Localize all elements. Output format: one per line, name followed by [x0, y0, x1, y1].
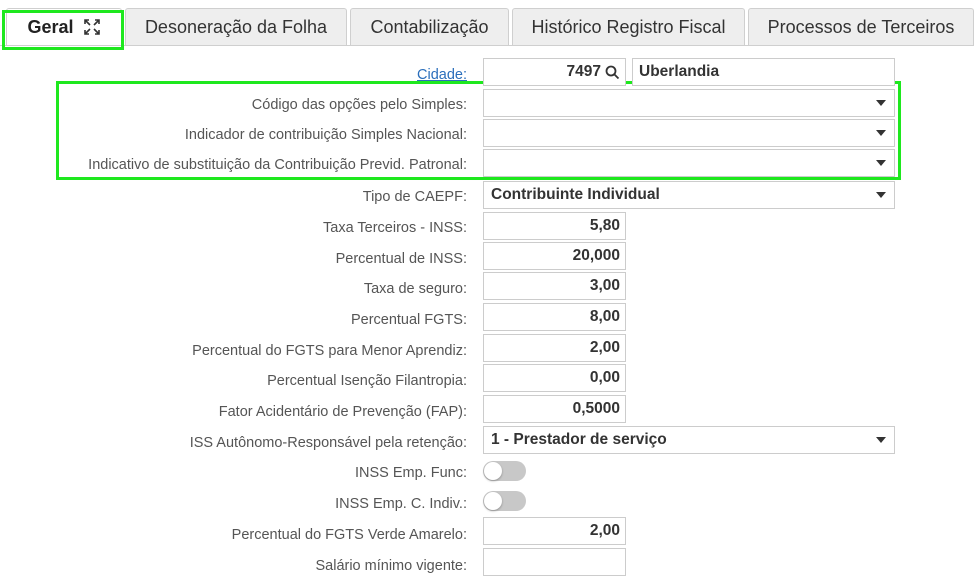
taxa-terceiros-label: Taxa Terceiros - INSS:: [323, 220, 467, 236]
iss-autonomo-value: 1 - Prestador de serviço: [491, 431, 667, 448]
taxa-seguro-input[interactable]: 3,00: [483, 272, 626, 300]
indicativo-substituicao-select[interactable]: [483, 149, 895, 177]
chevron-down-icon: [876, 160, 886, 166]
tab-bar: Geral Desoneração da Folha Contabilizaçã…: [0, 0, 974, 46]
iss-autonomo-label: ISS Autônomo-Responsável pela retenção:: [189, 435, 467, 451]
search-icon[interactable]: [605, 65, 620, 80]
cidade-code-field[interactable]: 7497: [483, 58, 626, 86]
salario-minimo-label: Salário mínimo vigente:: [315, 558, 467, 574]
tab-contabilizacao-label: Contabilização: [370, 16, 489, 37]
percentual-inss-input[interactable]: 20,000: [483, 242, 626, 270]
tab-desoneracao-label: Desoneração da Folha: [144, 16, 328, 37]
cidade-code: 7497: [566, 63, 601, 80]
fap-value: 0,5000: [572, 400, 620, 417]
fgts-verde-amarelo-value: 2,00: [589, 522, 620, 539]
taxa-terceiros-value: 5,80: [589, 217, 620, 234]
taxa-seguro-label: Taxa de seguro:: [363, 281, 467, 297]
chevron-down-icon: [876, 192, 886, 198]
tab-historico-registro-fiscal[interactable]: Histórico Registro Fiscal: [512, 8, 745, 45]
percentual-fgts-label: Percentual FGTS:: [350, 312, 467, 328]
taxa-terceiros-input[interactable]: 5,80: [483, 212, 626, 240]
cidade-label[interactable]: Cidade:: [417, 66, 467, 84]
percentual-inss-label: Percentual de INSS:: [335, 251, 467, 267]
percentual-fgts-input[interactable]: 8,00: [483, 303, 626, 331]
isencao-filantropia-label: Percentual Isenção Filantropia:: [267, 373, 467, 389]
inss-emp-func-toggle[interactable]: [483, 461, 526, 481]
indicador-simples-select[interactable]: [483, 119, 895, 147]
inss-emp-func-label: INSS Emp. Func:: [354, 465, 467, 481]
indicador-simples-label: Indicador de contribuição Simples Nacion…: [184, 127, 467, 143]
fgts-verde-amarelo-input[interactable]: 2,00: [483, 517, 626, 545]
tipo-caepf-label: Tipo de CAEPF:: [362, 189, 467, 205]
tab-geral-label: Geral: [27, 16, 74, 37]
tab-contabilizacao[interactable]: Contabilização: [350, 8, 509, 45]
fgts-menor-aprendiz-value: 2,00: [589, 339, 620, 356]
indicativo-substituicao-label: Indicativo de substituição da Contribuiç…: [88, 157, 467, 173]
fgts-menor-aprendiz-label: Percentual do FGTS para Menor Aprendiz:: [192, 343, 467, 359]
toggle-knob: [484, 492, 502, 510]
tab-geral[interactable]: Geral: [6, 8, 122, 45]
fap-input[interactable]: 0,5000: [483, 395, 626, 423]
fgts-menor-aprendiz-input[interactable]: 2,00: [483, 334, 626, 362]
percentual-inss-value: 20,000: [572, 247, 620, 264]
inss-emp-c-indiv-toggle[interactable]: [483, 491, 526, 511]
tab-divider: [0, 45, 974, 46]
taxa-seguro-value: 3,00: [589, 277, 620, 294]
toggle-knob: [484, 462, 502, 480]
fgts-verde-amarelo-label: Percentual do FGTS Verde Amarelo:: [231, 527, 467, 543]
isencao-filantropia-input[interactable]: 0,00: [483, 364, 626, 392]
tab-processos-terceiros[interactable]: Processos de Terceiros: [748, 8, 974, 45]
isencao-filantropia-value: 0,00: [589, 369, 620, 386]
tab-desoneracao[interactable]: Desoneração da Folha: [125, 8, 347, 45]
chevron-down-icon: [876, 100, 886, 106]
tipo-caepf-select[interactable]: Contribuinte Individual: [483, 181, 895, 209]
tipo-caepf-value: Contribuinte Individual: [491, 186, 660, 203]
tab-processos-label: Processos de Terceiros: [767, 16, 955, 37]
tab-historico-label: Histórico Registro Fiscal: [531, 16, 726, 37]
codigo-opcoes-simples-label: Código das opções pelo Simples:: [251, 97, 467, 113]
salario-minimo-input[interactable]: [483, 548, 626, 576]
iss-autonomo-select[interactable]: 1 - Prestador de serviço: [483, 426, 895, 454]
chevron-down-icon: [876, 437, 886, 443]
codigo-opcoes-simples-select[interactable]: [483, 89, 895, 117]
expand-icon[interactable]: [83, 18, 101, 36]
fap-label: Fator Acidentário de Prevenção (FAP):: [218, 404, 467, 420]
chevron-down-icon: [876, 130, 886, 136]
percentual-fgts-value: 8,00: [589, 308, 620, 325]
cidade-name: Uberlandia: [639, 63, 720, 80]
cidade-name-field: Uberlandia: [632, 58, 895, 86]
inss-emp-c-indiv-label: INSS Emp. C. Indiv.:: [335, 496, 467, 512]
